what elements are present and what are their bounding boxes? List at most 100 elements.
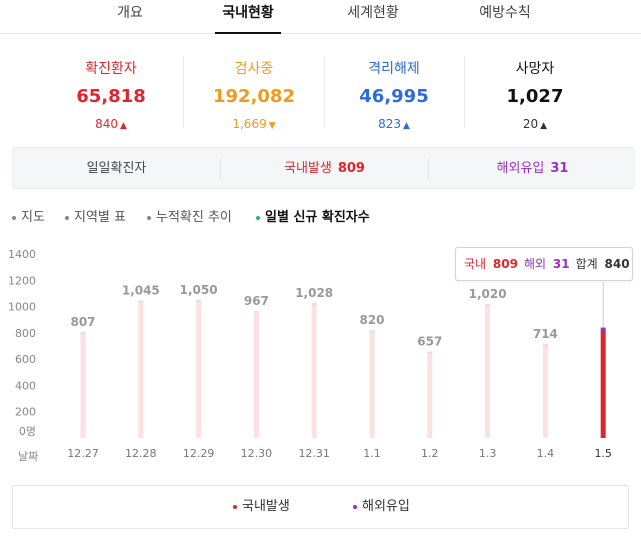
daily-local: 국내발생 809 bbox=[221, 148, 428, 190]
option-cumulative-label: 누적확진 추이 bbox=[156, 210, 232, 225]
stat-testing-value: 192,082 bbox=[213, 86, 295, 107]
option-cumulative[interactable]: 누적확진 추이 bbox=[147, 206, 232, 225]
stat-confirmed-value: 65,818 bbox=[76, 86, 146, 107]
arrow-up-icon: ▲ bbox=[540, 121, 548, 131]
bar-value-label: 1,020 bbox=[469, 287, 507, 301]
tab-overview[interactable]: 개요 bbox=[100, 4, 160, 34]
x-tick-label: 1.5 bbox=[594, 447, 612, 460]
bar-total bbox=[542, 344, 548, 438]
stat-testing-label: 검사중 bbox=[234, 61, 274, 77]
stat-testing-delta-value: 1,669 bbox=[232, 117, 267, 131]
x-tick-label: 1.1 bbox=[363, 447, 381, 460]
option-map[interactable]: 지도 bbox=[12, 206, 45, 225]
bullet-icon bbox=[65, 215, 69, 220]
bullet-icon bbox=[147, 215, 151, 220]
bar-total bbox=[369, 330, 375, 438]
stat-confirmed-delta: 840 ▲ bbox=[41, 117, 181, 133]
legend-dot-icon bbox=[353, 504, 357, 509]
tooltip-local-value: 809 bbox=[492, 257, 518, 271]
y-tick-label: 1400 bbox=[8, 248, 36, 261]
bar-value-label: 1,050 bbox=[180, 283, 218, 297]
tooltip-overseas-value: 31 bbox=[552, 257, 570, 271]
stat-testing: 검사중 192,082 1,669 ▼ bbox=[184, 58, 324, 133]
stat-deaths-label: 사망자 bbox=[515, 61, 555, 77]
option-region-table[interactable]: 지역별 표 bbox=[65, 206, 126, 225]
tooltip-total: 합계 840 bbox=[576, 257, 630, 271]
daily-confirmed-label: 일일확진자 bbox=[86, 161, 147, 176]
stat-released-value: 46,995 bbox=[359, 86, 429, 107]
stat-testing-delta: 1,669 ▼ bbox=[184, 117, 324, 133]
tab-world[interactable]: 세계현황 bbox=[340, 4, 406, 34]
bullet-icon bbox=[12, 215, 16, 220]
option-map-label: 지도 bbox=[21, 210, 45, 225]
chart-legend: 국내발생 해외유입 bbox=[12, 485, 629, 529]
legend-overseas[interactable]: 해외유입 bbox=[353, 486, 410, 528]
x-axis-title: 날짜 bbox=[18, 450, 38, 463]
x-tick-label: 1.3 bbox=[479, 447, 497, 460]
x-tick-label: 12.29 bbox=[183, 447, 215, 460]
bar-value-label: 714 bbox=[533, 327, 558, 341]
x-tick-label: 12.31 bbox=[298, 447, 330, 460]
bar-overseas bbox=[253, 310, 259, 313]
legend-dot-icon bbox=[233, 504, 237, 509]
tab-domestic[interactable]: 국내현황 bbox=[215, 4, 281, 34]
stat-released-label: 격리해제 bbox=[368, 61, 420, 77]
stat-deaths-value: 1,027 bbox=[506, 86, 564, 107]
stat-released-delta-value: 823 bbox=[378, 117, 401, 131]
tooltip-local: 국내 809 bbox=[464, 257, 518, 271]
x-tick-label: 12.30 bbox=[241, 447, 273, 460]
bar-value-label: 1,045 bbox=[122, 284, 160, 298]
tab-bar: 개요 국내현황 세계현황 예방수칙 bbox=[0, 0, 641, 34]
bar-total bbox=[196, 300, 202, 438]
y-tick-label: 200 bbox=[15, 406, 36, 419]
bar-overseas bbox=[600, 327, 606, 333]
option-daily-new-label: 일별 신규 확진자수 bbox=[265, 210, 370, 225]
option-region-table-label: 지역별 표 bbox=[74, 210, 126, 225]
stat-confirmed-label: 확진환자 bbox=[85, 61, 137, 77]
bar-overseas bbox=[311, 302, 317, 305]
arrow-up-icon: ▲ bbox=[402, 121, 410, 131]
legend-overseas-label: 해외유입 bbox=[362, 499, 410, 514]
stat-deaths: 사망자 1,027 20 ▲ bbox=[465, 58, 605, 133]
stat-confirmed: 확진환자 65,818 840 ▲ bbox=[41, 58, 181, 133]
bar-total bbox=[311, 302, 317, 438]
x-tick-label: 12.28 bbox=[125, 447, 157, 460]
stat-confirmed-delta-value: 840 bbox=[95, 117, 118, 131]
daily-local-label: 국내발생 bbox=[284, 161, 332, 176]
bar-overseas bbox=[369, 330, 375, 333]
stat-deaths-delta-value: 20 bbox=[522, 117, 539, 131]
bar-total bbox=[253, 310, 259, 438]
legend-local[interactable]: 국내발생 bbox=[233, 486, 290, 528]
daily-overseas: 해외유입 31 bbox=[429, 148, 636, 190]
bar-overseas bbox=[80, 331, 86, 334]
arrow-down-icon: ▼ bbox=[268, 121, 276, 131]
y-tick-label: 0명 bbox=[19, 425, 36, 438]
bar-value-label: 967 bbox=[244, 294, 269, 308]
x-tick-label: 1.4 bbox=[537, 447, 555, 460]
bar-total bbox=[485, 303, 491, 438]
y-tick-label: 1200 bbox=[8, 274, 36, 287]
stat-released: 격리해제 46,995 823 ▲ bbox=[324, 58, 464, 133]
bar-total bbox=[80, 331, 86, 438]
y-tick-label: 800 bbox=[15, 327, 36, 340]
tooltip-total-label: 합계 bbox=[575, 257, 598, 271]
daily-local-value: 809 bbox=[337, 161, 365, 176]
tooltip-local-label: 국내 bbox=[464, 257, 487, 271]
bar-total bbox=[427, 351, 433, 438]
option-daily-new[interactable]: 일별 신규 확진자수 bbox=[256, 206, 370, 225]
daily-overseas-label: 해외유입 bbox=[496, 161, 545, 176]
tab-prevention[interactable]: 예방수칙 bbox=[472, 4, 538, 34]
x-tick-label: 12.27 bbox=[67, 447, 99, 460]
bar-overseas bbox=[485, 303, 491, 306]
tooltip-overseas: 해외 31 bbox=[524, 257, 570, 271]
bar-total bbox=[138, 300, 144, 438]
y-tick-label: 1000 bbox=[8, 301, 36, 314]
y-tick-label: 400 bbox=[15, 379, 36, 392]
y-tick-label: 600 bbox=[15, 353, 36, 366]
bar-overseas bbox=[196, 300, 202, 302]
tooltip-total-value: 840 bbox=[604, 257, 630, 271]
bar-overseas bbox=[427, 351, 433, 354]
bar-local bbox=[600, 331, 606, 438]
bar-value-label: 657 bbox=[417, 335, 442, 349]
bar-value-label: 1,028 bbox=[295, 286, 333, 300]
